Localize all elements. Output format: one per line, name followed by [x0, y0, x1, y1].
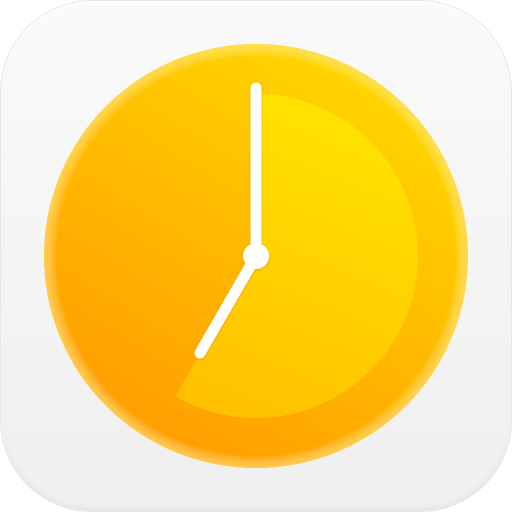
- app-icon[interactable]: [0, 0, 512, 512]
- clock-timer-icon: [44, 44, 468, 468]
- clock-center-pin: [243, 243, 269, 269]
